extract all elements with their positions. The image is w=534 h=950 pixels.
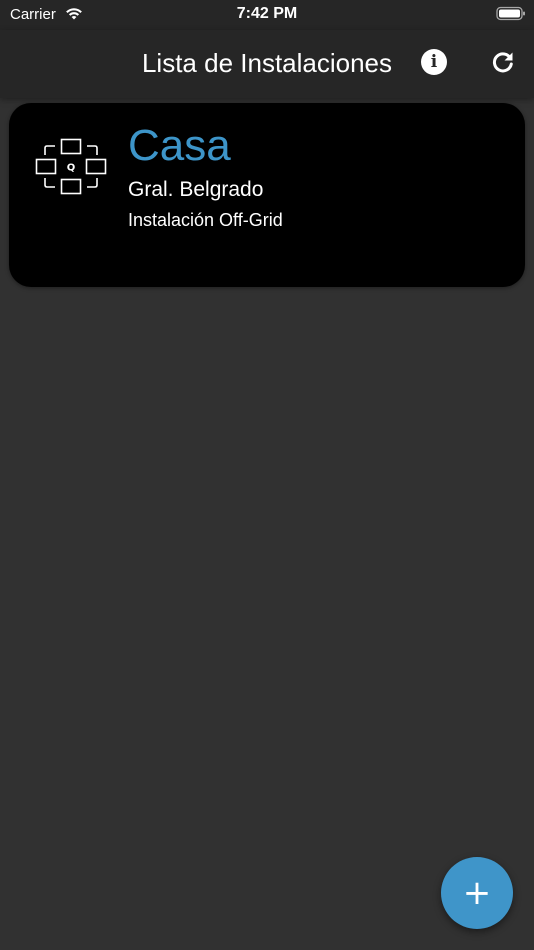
navigation-bar: Lista de Instalaciones i — [0, 30, 534, 98]
installation-type: Instalación Off-Grid — [128, 210, 283, 230]
refresh-icon[interactable] — [489, 48, 517, 76]
battery-icon — [496, 6, 525, 21]
status-bar: Carrier 7:42 PM — [0, 0, 534, 30]
installation-card[interactable]: Q Casa Gral. Belgrado Instalación Off-Gr… — [9, 103, 525, 287]
logo-letter: Q — [67, 163, 76, 174]
installation-location: Gral. Belgrado — [128, 178, 264, 201]
installation-logo-icon: Q — [35, 138, 107, 195]
status-time: 7:42 PM — [236, 5, 298, 22]
page-title-text: Lista de Instalaciones — [141, 48, 393, 78]
info-button[interactable]: i — [421, 49, 447, 75]
page-title: Lista de Instalaciones — [0, 48, 534, 79]
add-installation-button[interactable]: + — [441, 857, 513, 929]
add-icon: + — [462, 873, 492, 913]
info-icon: i — [430, 51, 438, 72]
installation-name: Casa — [128, 121, 231, 170]
